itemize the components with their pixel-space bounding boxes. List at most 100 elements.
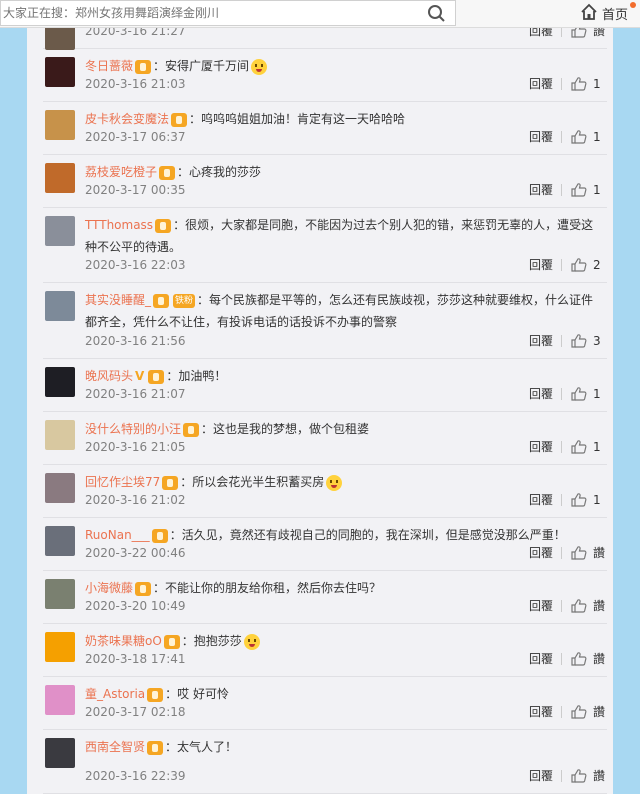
divider — [561, 547, 562, 559]
comment-content: 西南全智贤 ：太气人了！ — [85, 736, 605, 758]
divider — [561, 494, 562, 506]
thumbs-up-icon — [571, 769, 587, 789]
emoji-icon — [243, 633, 260, 650]
comment-time: 2020-3-17 06:37 — [85, 130, 186, 144]
reply-button[interactable]: 回覆 — [529, 28, 553, 41]
user-avatar[interactable] — [45, 685, 75, 715]
username-link[interactable]: 晚风码头 — [85, 369, 133, 383]
username-link[interactable]: 回忆作尘埃77 — [85, 475, 160, 489]
thumbs-up-icon — [571, 546, 587, 566]
reply-button[interactable]: 回覆 — [529, 437, 553, 457]
like-button[interactable]: 讚 — [561, 766, 607, 789]
username-link[interactable]: 童_Astoria — [85, 687, 145, 701]
member-badge-icon — [171, 112, 188, 127]
username-link[interactable]: RuoNan___ — [85, 528, 150, 542]
user-avatar[interactable] — [45, 57, 75, 87]
like-count: 1 — [593, 77, 601, 91]
username-link[interactable]: 荔枝爱吃橙子 — [85, 165, 157, 179]
reply-button[interactable]: 回覆 — [529, 180, 553, 200]
username-link[interactable]: 冬日蔷薇 — [85, 59, 133, 73]
like-count: 1 — [593, 183, 601, 197]
reply-button[interactable]: 回覆 — [529, 649, 553, 669]
reply-button[interactable]: 回覆 — [529, 255, 553, 275]
username-link[interactable]: 皮卡秋会变魔法 — [85, 112, 169, 126]
username-link[interactable]: TTThomass — [85, 218, 153, 232]
comment-time: 2020-3-16 21:27 — [85, 28, 186, 38]
reply-button[interactable]: 回覆 — [529, 127, 553, 147]
comment-meta: 2020-3-16 22:03 回覆 2 — [85, 255, 607, 275]
reply-button[interactable]: 回覆 — [529, 543, 553, 563]
user-avatar[interactable] — [45, 163, 75, 193]
user-avatar[interactable] — [45, 579, 75, 609]
like-button[interactable]: 讚 — [561, 596, 607, 616]
search-input[interactable] — [3, 3, 423, 23]
username-link[interactable]: 没什么特别的小汪 — [85, 422, 181, 436]
member-badge-icon — [151, 528, 168, 543]
like-button[interactable]: 1 — [561, 437, 607, 457]
search-box[interactable] — [0, 0, 456, 26]
reply-button[interactable]: 回覆 — [529, 74, 553, 94]
comment-text: ：太气人了！ — [165, 740, 238, 754]
reply-button[interactable]: 回覆 — [529, 702, 553, 722]
username-link[interactable]: 其实没睡醒_ — [85, 293, 151, 307]
reply-button[interactable]: 回覆 — [529, 766, 553, 786]
user-avatar[interactable] — [45, 420, 75, 450]
member-badge-icon — [183, 422, 200, 437]
thumbs-up-icon — [571, 387, 587, 407]
like-button[interactable]: 讚 — [561, 702, 607, 722]
comment-meta: 2020-3-16 21:02 回覆 1 — [85, 490, 607, 510]
like-button[interactable]: 讚 — [561, 28, 607, 41]
home-icon — [580, 3, 598, 24]
username-link[interactable]: 小海微藤 — [85, 581, 133, 595]
thumbs-up-icon — [571, 130, 587, 150]
notification-dot — [630, 2, 636, 8]
home-link[interactable]: 首页 — [580, 2, 636, 24]
divider — [561, 706, 562, 718]
comment-item: 皮卡秋会变魔法 ：呜呜呜姐姐加油！肯定有这一天哈哈哈 2020-3-17 06:37… — [43, 102, 607, 155]
user-avatar[interactable] — [45, 526, 75, 556]
thumbs-up-icon — [571, 652, 587, 672]
like-count: 讚 — [593, 599, 606, 613]
user-avatar[interactable] — [45, 28, 75, 50]
comment-time: 2020-3-18 17:41 — [85, 652, 186, 666]
like-button[interactable]: 3 — [561, 331, 607, 351]
thumbs-up-icon — [571, 493, 587, 513]
comment-meta: 2020-3-18 17:41 回覆 讚 — [85, 649, 607, 669]
comment-time: 2020-3-22 00:46 — [85, 546, 186, 560]
divider — [561, 259, 562, 271]
user-avatar[interactable] — [45, 110, 75, 140]
reply-button[interactable]: 回覆 — [529, 331, 553, 351]
like-button[interactable]: 1 — [561, 490, 607, 513]
comment-time: 2020-3-16 22:03 — [85, 258, 186, 272]
like-button[interactable]: 讚 — [561, 649, 607, 672]
like-button[interactable]: 1 — [561, 384, 607, 407]
member-badge-icon — [147, 740, 164, 755]
username-link[interactable]: 奶茶味果糖oO — [85, 634, 162, 648]
comment-meta: 2020-3-16 21:56 回覆 3 — [85, 331, 607, 351]
user-avatar[interactable] — [45, 367, 75, 397]
member-badge-icon — [162, 475, 179, 490]
like-button[interactable]: 1 — [561, 180, 607, 200]
comment-item: TTThomass ：很烦，大家都是同胞，不能因为过去个别人犯的错，来惩罚无辜的人… — [43, 208, 607, 283]
fan-badge: 铁粉 — [173, 293, 196, 308]
comment-meta: 2020-3-16 21:03 回覆 1 — [85, 74, 607, 94]
like-button[interactable]: 1 — [561, 74, 607, 94]
member-badge-icon — [135, 581, 152, 596]
reply-button[interactable]: 回覆 — [529, 596, 553, 616]
user-avatar[interactable] — [45, 632, 75, 662]
divider — [561, 770, 562, 782]
comment-item: 冬日蔷薇 ：安得广厦千万间 2020-3-16 21:03 回覆 1 — [43, 49, 607, 102]
like-count: 讚 — [593, 546, 606, 560]
reply-button[interactable]: 回覆 — [529, 384, 553, 404]
like-button[interactable]: 1 — [561, 127, 607, 150]
like-button[interactable]: 讚 — [561, 543, 607, 566]
user-avatar[interactable] — [45, 738, 75, 768]
user-avatar[interactable] — [45, 216, 75, 246]
username-link[interactable]: 西南全智贤 — [85, 740, 145, 754]
user-avatar[interactable] — [45, 291, 75, 321]
user-avatar[interactable] — [45, 473, 75, 503]
like-button[interactable]: 2 — [561, 255, 607, 275]
comment-text: ：这也是我的梦想，做个包租婆 — [201, 422, 370, 436]
search-icon[interactable] — [425, 3, 449, 23]
reply-button[interactable]: 回覆 — [529, 490, 553, 510]
